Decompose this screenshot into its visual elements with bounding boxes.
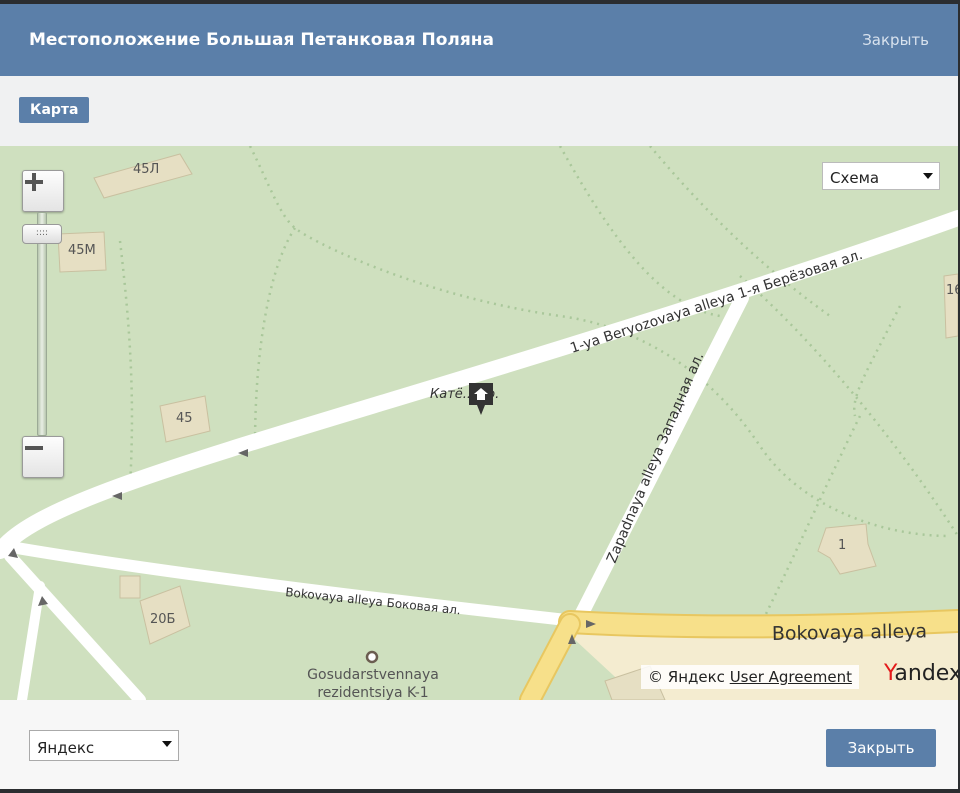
building-label-20b: 20Б: [150, 612, 175, 627]
map-type-value: Схема: [830, 169, 880, 187]
zoom-out-button[interactable]: [22, 436, 64, 478]
dialog-header: Местоположение Большая Петанковая Поляна…: [0, 4, 958, 76]
road-label-bokovaya-main: Bokovaya alleya: [772, 620, 928, 645]
dialog-footer: Яндекс Закрыть: [0, 700, 958, 789]
provider-value: Яндекс: [37, 739, 95, 757]
road-label-zapadnaya: Zapadnaya alleya Западная ал.: [604, 350, 707, 565]
building-label-1: 1: [838, 538, 846, 553]
map-view[interactable]: 45Л 45М 45 20Б 1 16 1-ya Beryozovaya all…: [0, 146, 958, 700]
zoom-slider-handle[interactable]: ::::: [22, 224, 62, 244]
poi-circle-icon[interactable]: [365, 650, 379, 664]
tab-bar: Карта: [0, 76, 958, 146]
zoom-slider-track[interactable]: [37, 212, 47, 436]
chevron-down-icon: [162, 741, 172, 747]
poi-label-line2: rezidentsiya K-1: [317, 685, 428, 700]
yandex-logo[interactable]: Yandex: [884, 661, 958, 686]
building-label-45: 45: [176, 411, 193, 426]
building-label-45m: 45М: [68, 243, 96, 258]
user-agreement-link[interactable]: User Agreement: [730, 668, 852, 686]
header-close-link[interactable]: Закрыть: [862, 31, 929, 49]
poi-label-line1: Gosudarstvennaya: [307, 667, 439, 683]
building-label-16: 16: [946, 283, 958, 298]
minus-icon: [25, 446, 43, 450]
chevron-down-icon: [923, 173, 933, 179]
dialog-title: Местоположение Большая Петанковая Поляна: [29, 30, 494, 50]
map-provider-select[interactable]: Яндекс: [29, 730, 179, 761]
zoom-in-button[interactable]: [22, 170, 64, 212]
copyright-text: © Яндекс: [648, 668, 725, 686]
map-type-select[interactable]: Схема: [822, 162, 940, 190]
building-label-45l: 45Л: [133, 162, 159, 177]
map-canvas: 45Л 45М 45 20Б 1 16 1-ya Beryozovaya all…: [0, 146, 958, 700]
road-label-bokovaya: Bokovaya alleya Боковая ал.: [285, 585, 462, 617]
plus-icon: [25, 173, 43, 191]
close-button[interactable]: Закрыть: [826, 729, 936, 767]
location-dialog: Местоположение Большая Петанковая Поляна…: [0, 4, 958, 789]
map-copyright: © Яндекс User Agreement: [641, 665, 859, 689]
tab-map[interactable]: Карта: [19, 97, 90, 123]
house-marker-icon[interactable]: [467, 381, 495, 415]
